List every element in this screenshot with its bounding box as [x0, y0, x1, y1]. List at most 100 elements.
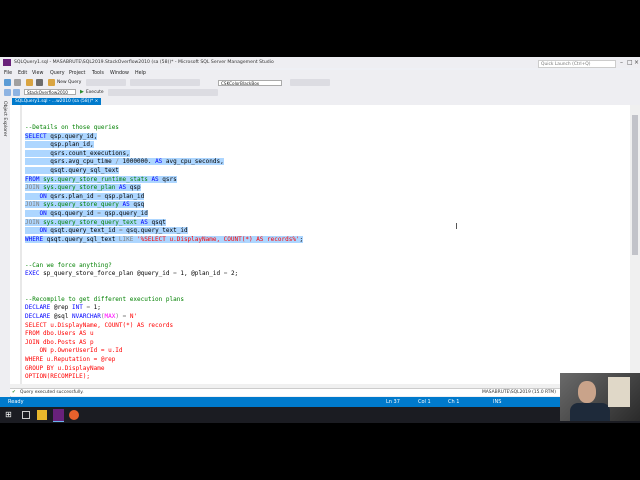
tab-label: SQLQuery1.sql - ...w2010 (sa (58))* — [15, 99, 94, 104]
toolbar-icon-group-2[interactable] — [130, 79, 200, 86]
code-token: qsp.plan_id, — [25, 141, 94, 149]
disconnect-icon[interactable] — [13, 89, 20, 96]
code-line-content: JOIN dbo.Posts AS p — [25, 339, 94, 346]
code-line[interactable]: ON qsqt.query_text_id = qsq.query_text_i… — [25, 227, 303, 236]
code-line[interactable]: SELECT qsp.query_id, — [25, 132, 303, 142]
open-file-icon[interactable] — [26, 79, 33, 86]
code-line[interactable]: --Can we force anything? — [25, 262, 303, 271]
file-explorer-icon[interactable] — [37, 410, 47, 420]
menu-tools[interactable]: Tools — [92, 71, 104, 76]
code-line[interactable]: JOIN sys.query_store_query_text AS qsqt — [25, 218, 303, 228]
code-line[interactable]: qsrs.avg_cpu_time / 1000000. AS avg_cpu_… — [25, 158, 303, 167]
code-line[interactable]: JOIN dbo.Posts AS p — [25, 339, 303, 348]
status-char: Ch 1 — [448, 399, 460, 405]
code-line[interactable]: qsrs.count_executions, — [25, 149, 303, 159]
code-line-content — [25, 279, 29, 286]
tab-sqlquery1[interactable]: SQLQuery1.sql - ...w2010 (sa (58))* × — [12, 98, 102, 105]
code-line-content: qsrs.avg_cpu_time / 1000000. AS avg_cpu_… — [25, 158, 224, 166]
scrollbar-thumb[interactable] — [632, 115, 638, 255]
code-area[interactable]: --Details on those queries SELECT qsp.que… — [25, 124, 304, 382]
code-line[interactable]: OPTION(RECOMPILE); — [25, 373, 303, 382]
menu-window[interactable]: Window — [110, 71, 129, 76]
code-line[interactable]: EXEC sp_query_store_force_plan @query_id… — [25, 270, 303, 279]
code-token: WHERE u.Reputation = @rep — [25, 356, 116, 364]
code-line[interactable]: ON p.OwnerUserId = u.Id — [25, 347, 303, 356]
code-token: qsqt.query_sql_text — [43, 235, 119, 243]
code-token: --Recompile to get different execution p… — [25, 295, 184, 303]
toolbar-icon-group[interactable] — [86, 79, 126, 86]
code-line[interactable]: WHERE u.Reputation = @rep — [25, 356, 303, 365]
toolbar-icon-group-3[interactable] — [290, 79, 330, 86]
maximize-icon[interactable]: □ — [627, 59, 633, 66]
query-editor[interactable]: --Details on those queries SELECT qsp.que… — [10, 105, 630, 384]
code-line[interactable]: GROUP BY u.DisplayName — [25, 365, 303, 374]
code-line[interactable]: JOIN sys.query_store_plan AS qsp — [25, 184, 303, 193]
code-token: '%SELECT u.DisplayName, COUNT(*) AS reco… — [133, 235, 300, 243]
database-select[interactable]: StackOverflow2010 — [24, 89, 76, 95]
editor-vertical-scrollbar[interactable] — [630, 105, 640, 384]
webcam-overlay — [560, 373, 640, 421]
person-body — [570, 403, 610, 421]
code-line[interactable]: DECLARE @rep INT = 1; — [25, 304, 303, 313]
status-ins: INS — [493, 399, 502, 405]
theme-combo[interactable]: CSKColorBlackBox — [218, 80, 282, 86]
quick-launch-input[interactable]: Quick Launch (Ctrl+Q) — [538, 60, 616, 68]
code-token: ON — [39, 192, 47, 200]
code-token: --Details on those queries — [25, 124, 119, 131]
code-token: SELECT — [25, 132, 47, 140]
code-line[interactable]: qsqt.query_sql_text — [25, 166, 303, 176]
code-line[interactable]: --Details on those queries — [25, 124, 303, 133]
firefox-icon[interactable] — [69, 410, 79, 420]
code-line[interactable]: FROM dbo.Users AS u — [25, 330, 303, 339]
code-token: --Can we force anything? — [25, 261, 112, 269]
close-icon[interactable]: × — [634, 59, 639, 66]
code-token: FROM — [25, 175, 40, 183]
code-line-content: ON qsrs.plan_id = qsp.plan_id — [25, 192, 145, 200]
code-line-content: JOIN sys.query_store_plan AS qsp — [25, 184, 141, 192]
code-line-content: ON qsqt.query_text_id = qsq.query_text_i… — [25, 227, 188, 235]
connect-icon[interactable] — [4, 89, 11, 96]
forward-icon[interactable] — [14, 79, 21, 86]
menu-file[interactable]: File — [4, 71, 12, 76]
execute-icon[interactable]: ▶ — [80, 89, 84, 95]
task-view-icon[interactable] — [22, 411, 30, 419]
code-line[interactable]: ON qsq.query_id = qsp.query_id — [25, 209, 303, 219]
menu-project[interactable]: Project — [69, 71, 85, 76]
code-token: qsq — [129, 201, 145, 209]
code-line[interactable]: ON qsrs.plan_id = qsp.plan_id — [25, 192, 303, 202]
code-line[interactable]: qsp.plan_id, — [25, 141, 303, 150]
code-line-content — [25, 287, 29, 294]
code-line[interactable]: FROM sys.query_store_runtime_stats AS qs… — [25, 175, 303, 185]
back-icon[interactable] — [4, 79, 11, 86]
code-line[interactable]: JOIN sys.query_store_query AS qsq — [25, 201, 303, 210]
execute-button[interactable]: Execute — [86, 90, 104, 95]
windows-start-icon[interactable]: ⊞ — [5, 411, 12, 419]
code-line[interactable] — [25, 253, 303, 262]
new-query-button[interactable]: New Query — [57, 80, 81, 85]
menu-query[interactable]: Query — [50, 71, 65, 76]
code-line[interactable] — [25, 287, 303, 296]
code-line[interactable] — [25, 279, 303, 288]
code-token: qsqt.query_sql_text — [25, 166, 119, 174]
minimize-icon[interactable]: – — [620, 59, 623, 66]
code-line[interactable]: --Recompile to get different execution p… — [25, 296, 303, 305]
code-line[interactable] — [25, 244, 303, 253]
code-token: DECLARE — [25, 313, 51, 321]
new-query-icon — [48, 79, 55, 86]
code-token: OPTION(RECOMPILE); — [25, 373, 91, 381]
save-icon[interactable] — [36, 79, 43, 86]
query-toolbar-icons[interactable] — [108, 89, 218, 96]
code-token: DECLARE — [25, 304, 51, 312]
tab-close-icon[interactable]: × — [95, 99, 99, 104]
menu-edit[interactable]: Edit — [18, 71, 27, 76]
code-line-content: JOIN sys.query_store_query AS qsq — [25, 201, 145, 209]
menu-view[interactable]: View — [32, 71, 43, 76]
code-line-content: qsrs.count_executions, — [25, 149, 130, 157]
code-line[interactable]: SELECT u.DisplayName, COUNT(*) AS record… — [25, 322, 303, 331]
ssms-taskbar-icon[interactable] — [53, 409, 64, 422]
menu-help[interactable]: Help — [135, 71, 146, 76]
object-explorer-label[interactable]: Object Explorer — [2, 101, 7, 137]
code-line[interactable]: WHERE qsqt.query_sql_text LIKE '%SELECT … — [25, 235, 304, 245]
code-line[interactable]: DECLARE @sql NVARCHAR(MAX) = N' — [25, 313, 303, 322]
